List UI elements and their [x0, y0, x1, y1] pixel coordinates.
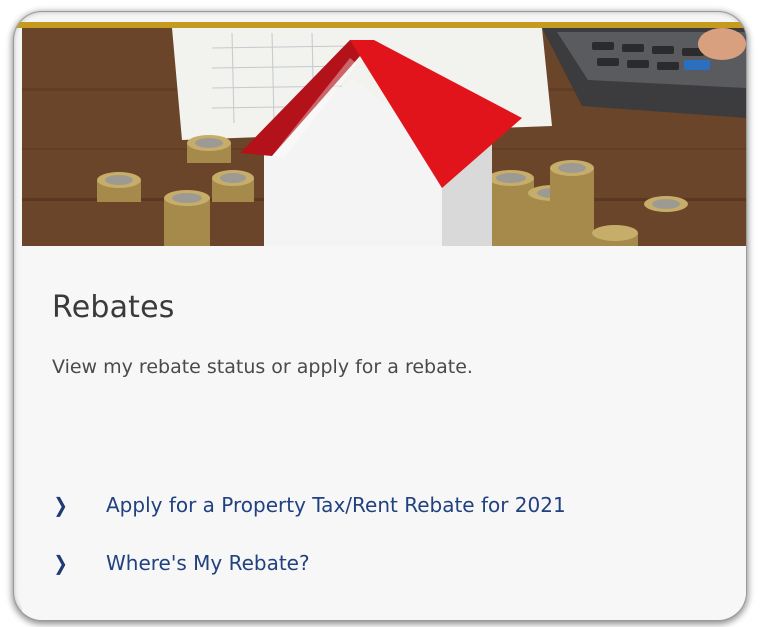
rebate-links: ❯ Apply for a Property Tax/Rent Rebate f…: [52, 490, 566, 606]
card-body: Rebates View my rebate status or apply f…: [22, 246, 746, 620]
card-description: View my rebate status or apply for a reb…: [52, 356, 473, 378]
wheres-my-rebate-link-label[interactable]: Where's My Rebate?: [106, 551, 310, 575]
chevron-right-icon: ❯: [53, 551, 68, 575]
card-title: Rebates: [52, 290, 175, 325]
rebates-card: Rebates View my rebate status or apply f…: [14, 12, 746, 620]
chevron-right-icon: ❯: [53, 493, 68, 517]
hero-image: [22, 28, 746, 246]
apply-rebate-link-label[interactable]: Apply for a Property Tax/Rent Rebate for…: [106, 493, 566, 517]
wheres-my-rebate-link[interactable]: ❯ Where's My Rebate?: [52, 548, 566, 578]
apply-rebate-link[interactable]: ❯ Apply for a Property Tax/Rent Rebate f…: [52, 490, 566, 520]
